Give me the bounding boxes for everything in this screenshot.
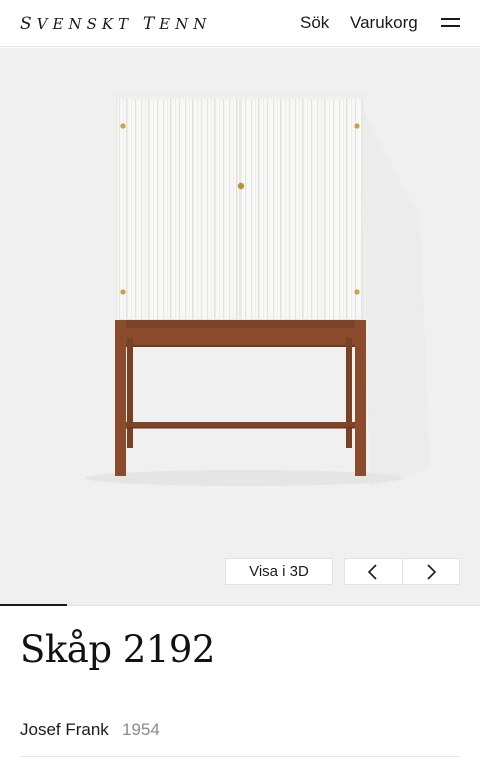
product-year: 1954 xyxy=(122,720,160,739)
previous-image-button[interactable] xyxy=(345,559,403,584)
product-designer: Josef Frank xyxy=(20,720,109,739)
product-title: Skåp 2192 xyxy=(20,628,215,671)
search-link[interactable]: Sök xyxy=(300,13,329,33)
cabinet-product-image xyxy=(85,94,430,488)
gallery-progress-track xyxy=(0,605,480,606)
divider xyxy=(20,756,460,757)
view-in-3d-button[interactable]: Visa i 3D xyxy=(225,558,333,585)
chevron-left-icon xyxy=(367,564,377,580)
hamburger-menu-icon[interactable] xyxy=(441,16,460,30)
product-image-gallery[interactable]: Visa i 3D xyxy=(0,48,480,605)
gallery-progress-indicator xyxy=(0,604,67,606)
site-logo[interactable]: SVENSKT TENN xyxy=(20,14,211,34)
site-header: SVENSKT TENN Sök Varukorg xyxy=(0,0,480,47)
next-image-button[interactable] xyxy=(403,559,460,584)
chevron-right-icon xyxy=(427,564,437,580)
gallery-navigation xyxy=(344,558,460,585)
cart-link[interactable]: Varukorg xyxy=(350,13,418,33)
